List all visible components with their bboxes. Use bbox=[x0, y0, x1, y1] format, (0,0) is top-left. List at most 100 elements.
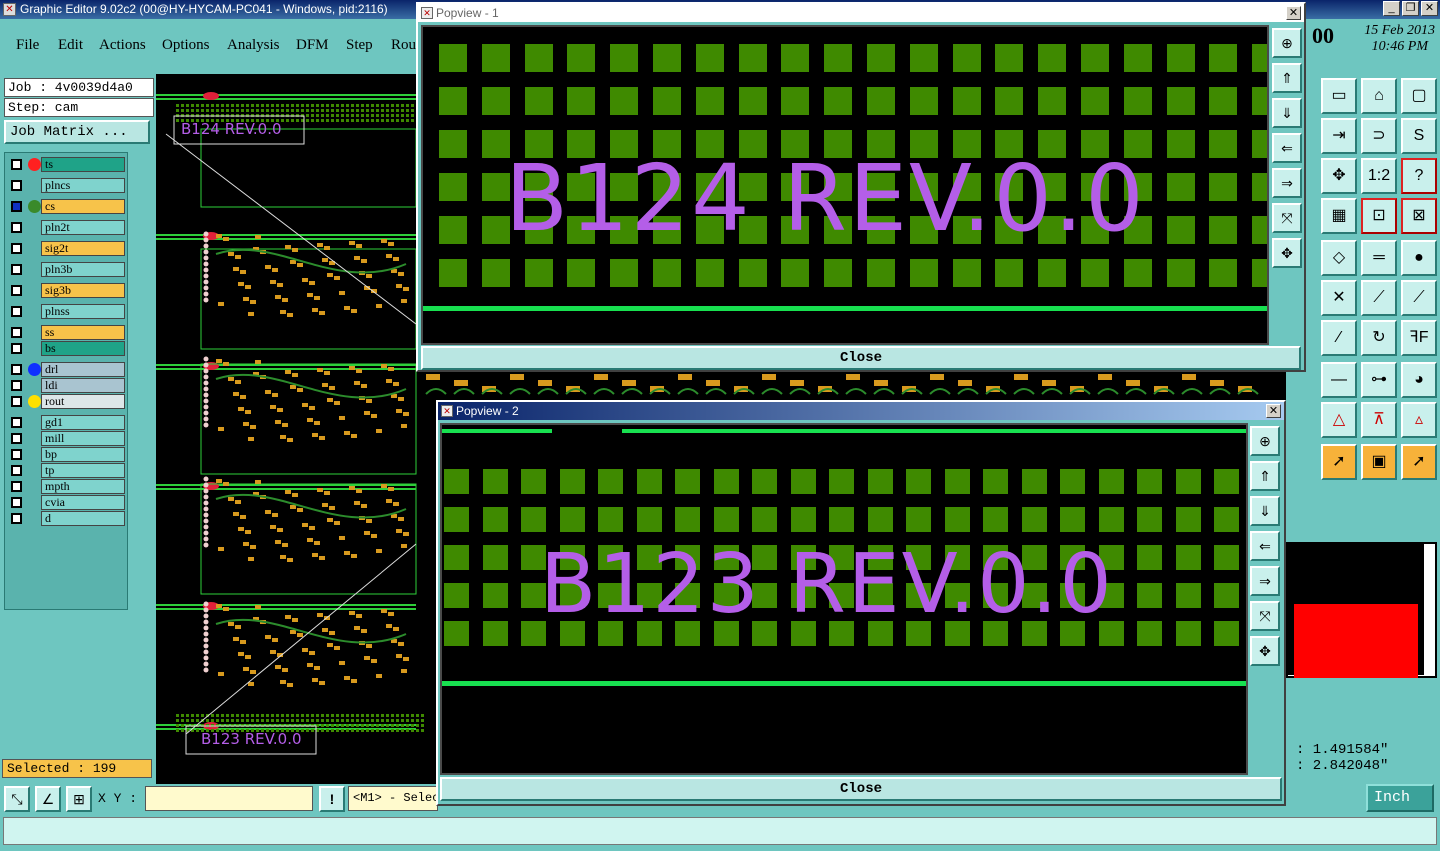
popview-1-close-button[interactable]: Close bbox=[421, 346, 1301, 370]
layer-name[interactable]: pln2t bbox=[41, 220, 125, 235]
folder-icon[interactable]: ▭ bbox=[1321, 78, 1357, 114]
menu-edit[interactable]: Edit bbox=[58, 37, 83, 54]
layer-checkbox[interactable] bbox=[11, 364, 22, 375]
layer-checkbox[interactable] bbox=[11, 306, 22, 317]
layer-checkbox[interactable] bbox=[11, 343, 22, 354]
grid-snap-icon[interactable]: ⊞ bbox=[66, 786, 92, 812]
layer-name[interactable]: mpth bbox=[41, 479, 125, 494]
layer-name[interactable]: ts bbox=[41, 157, 125, 172]
triangle-icon[interactable]: △ bbox=[1321, 402, 1357, 438]
zoom-area-icon[interactable]: ⤡ bbox=[4, 786, 30, 812]
layer-row-sig2t[interactable]: sig2t bbox=[7, 241, 125, 256]
layer-checkbox[interactable] bbox=[11, 417, 22, 428]
layer-checkbox[interactable] bbox=[11, 497, 22, 508]
menu-options[interactable]: Options bbox=[162, 37, 210, 54]
layer-row-tp[interactable]: tp bbox=[7, 463, 125, 478]
close-button[interactable]: ✕ bbox=[1421, 1, 1438, 16]
warning-button[interactable]: ! bbox=[319, 786, 345, 812]
unit-selector[interactable]: Inch bbox=[1366, 784, 1434, 812]
layer-row-pln3b[interactable]: pln3b bbox=[7, 262, 125, 277]
layer-row-d[interactable]: d bbox=[7, 511, 125, 526]
rotate-icon[interactable]: ↻ bbox=[1361, 320, 1397, 356]
layer-checkbox[interactable] bbox=[11, 159, 22, 170]
layer-checkbox[interactable] bbox=[11, 264, 22, 275]
layer-checkbox[interactable] bbox=[11, 465, 22, 476]
arrow-select-icon[interactable]: ➚ bbox=[1401, 444, 1437, 480]
scale-icon[interactable]: 1:2 bbox=[1361, 158, 1397, 194]
layer-name[interactable]: sig2t bbox=[41, 241, 125, 256]
popview-2-close-icon[interactable]: ✕ bbox=[1266, 404, 1281, 418]
slash-icon[interactable]: ⁄ bbox=[1321, 320, 1357, 356]
layer-name[interactable]: ldi bbox=[41, 378, 125, 393]
pan-left-icon[interactable]: ⇐ bbox=[1272, 133, 1302, 163]
layer-row-mill[interactable]: mill bbox=[7, 431, 125, 446]
triangle-line-icon[interactable]: ▵ bbox=[1401, 402, 1437, 438]
minimize-button[interactable]: _ bbox=[1383, 1, 1400, 16]
layer-checkbox[interactable] bbox=[11, 481, 22, 492]
pan-left-icon[interactable]: ⇐ bbox=[1250, 531, 1280, 561]
fit-icon[interactable]: ⤧ bbox=[1250, 601, 1280, 631]
layer-row-cvia[interactable]: cvia bbox=[7, 495, 125, 510]
zoom-home-icon[interactable]: ⇑ bbox=[1272, 63, 1302, 93]
layer-checkbox[interactable] bbox=[11, 396, 22, 407]
triangle-cut-icon[interactable]: ⊼ bbox=[1361, 402, 1397, 438]
layer-row-bs[interactable]: bs bbox=[7, 341, 125, 356]
xy-input[interactable] bbox=[145, 786, 313, 811]
pan-right-icon[interactable]: ⇒ bbox=[1250, 566, 1280, 596]
menu-step[interactable]: Step bbox=[346, 37, 373, 54]
restore-button[interactable]: ❐ bbox=[1402, 1, 1419, 16]
job-matrix-button[interactable]: Job Matrix ... bbox=[4, 120, 150, 144]
s-curve-icon[interactable]: S bbox=[1401, 118, 1437, 154]
zoom-in-icon[interactable]: ⊕ bbox=[1272, 28, 1302, 58]
layer-row-pln2t[interactable]: pln2t bbox=[7, 220, 125, 235]
menu-actions[interactable]: Actions bbox=[99, 37, 146, 54]
layer-name[interactable]: mill bbox=[41, 431, 125, 446]
flip-icon[interactable]: ⊃ bbox=[1361, 118, 1397, 154]
layer-name[interactable]: ss bbox=[41, 325, 125, 340]
layer-row-plnss[interactable]: plnss bbox=[7, 304, 125, 319]
menu-dfm[interactable]: DFM bbox=[296, 37, 329, 54]
menu-analysis[interactable]: Analysis bbox=[227, 37, 280, 54]
popview-1-canvas[interactable]: B124 REV.0.0 bbox=[421, 25, 1269, 345]
zoom-in-icon[interactable]: ⊕ bbox=[1250, 426, 1280, 456]
grid-icon[interactable]: ▦ bbox=[1321, 198, 1357, 234]
layer-checkbox[interactable] bbox=[11, 433, 22, 444]
layer-checkbox[interactable] bbox=[11, 180, 22, 191]
layer-name[interactable]: gd1 bbox=[41, 415, 125, 430]
line-icon[interactable]: ⟋ bbox=[1361, 280, 1397, 316]
pan-icon[interactable]: ✥ bbox=[1321, 158, 1357, 194]
layer-checkbox[interactable] bbox=[11, 243, 22, 254]
minus-icon[interactable]: — bbox=[1321, 362, 1357, 398]
arc-icon[interactable]: ⟋ bbox=[1401, 280, 1437, 316]
center-icon[interactable]: ✥ bbox=[1250, 636, 1280, 666]
layer-row-plncs[interactable]: plncs bbox=[7, 178, 125, 193]
cross-icon[interactable]: ✕ bbox=[1321, 280, 1357, 316]
layer-row-gd1[interactable]: gd1 bbox=[7, 415, 125, 430]
pan-right-icon[interactable]: ⇒ bbox=[1272, 168, 1302, 198]
layer-row-bp[interactable]: bp bbox=[7, 447, 125, 462]
popview-2-canvas[interactable]: B123 REV.0.0 bbox=[440, 423, 1248, 775]
pad-icon[interactable]: ● bbox=[1401, 240, 1437, 276]
layer-row-cs[interactable]: cs bbox=[7, 199, 125, 214]
center-icon[interactable]: ✥ bbox=[1272, 238, 1302, 268]
overview-map[interactable] bbox=[1286, 542, 1437, 678]
layer-row-ts[interactable]: ts bbox=[7, 157, 125, 172]
zoom-out-icon[interactable]: ⇓ bbox=[1272, 98, 1302, 128]
shapes-icon[interactable]: ◕ bbox=[1401, 362, 1437, 398]
layer-checkbox[interactable] bbox=[11, 449, 22, 460]
layer-checkbox[interactable] bbox=[11, 222, 22, 233]
layer-checkbox[interactable] bbox=[11, 513, 22, 524]
ruler-icon[interactable]: ═ bbox=[1361, 240, 1397, 276]
layer-name[interactable]: rout bbox=[41, 394, 125, 409]
fit-icon[interactable]: ⤧ bbox=[1272, 203, 1302, 233]
home-icon[interactable]: ⌂ bbox=[1361, 78, 1397, 114]
arrow-icon[interactable]: ➚ bbox=[1321, 444, 1357, 480]
layer-row-drl[interactable]: drl bbox=[7, 362, 125, 377]
layer-name[interactable]: sig3b bbox=[41, 283, 125, 298]
layer-name[interactable]: d bbox=[41, 511, 125, 526]
window-icon[interactable]: ▢ bbox=[1401, 78, 1437, 114]
layer-name[interactable]: cvia bbox=[41, 495, 125, 510]
layer-row-mpth[interactable]: mpth bbox=[7, 479, 125, 494]
arrow-box-icon[interactable]: ▣ bbox=[1361, 444, 1397, 480]
zoom-home-icon[interactable]: ⇑ bbox=[1250, 461, 1280, 491]
